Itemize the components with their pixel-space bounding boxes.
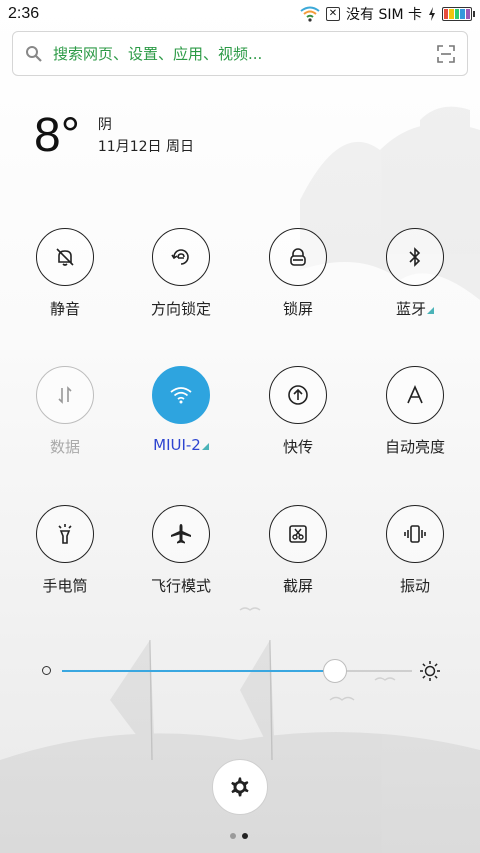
wifi-icon (170, 387, 192, 404)
toggle-fast-transfer[interactable]: 快传 (248, 366, 348, 457)
toggle-screenshot-label: 截屏 (282, 577, 313, 595)
search-input[interactable]: 搜索网页、设置、应用、视频... (53, 43, 262, 64)
settings-button[interactable] (212, 759, 268, 815)
toggle-wifi-button[interactable] (152, 366, 210, 424)
toggle-mobile-data-button[interactable] (36, 366, 94, 424)
toggle-wifi-label: MIUI-2 (131, 436, 231, 454)
mobile-data-icon (58, 386, 72, 404)
toggle-bluetooth-button[interactable] (386, 228, 444, 286)
weather-condition: 阴 (97, 117, 112, 133)
mute-bell-icon (56, 248, 74, 266)
vibrate-icon (404, 525, 426, 543)
auto-brightness-icon (407, 385, 423, 404)
temperature: 8° (34, 109, 80, 162)
screenshot-icon (289, 525, 307, 543)
toggle-mute-label: 静音 (49, 300, 80, 318)
scan-icon[interactable] (437, 44, 455, 63)
toggle-flashlight-button[interactable] (36, 505, 94, 563)
wifi-icon (300, 6, 320, 22)
status-bar: 2:36 ✕ 没有 SIM 卡 (0, 0, 480, 28)
toggle-airplane-mode[interactable]: 飞行模式 (131, 505, 231, 596)
toggle-rotation-lock-label: 方向锁定 (150, 300, 211, 318)
search-icon (26, 45, 42, 62)
toggle-screenshot[interactable]: 截屏 (248, 505, 348, 596)
toggle-lock-screen[interactable]: 锁屏 (248, 228, 348, 319)
toggle-fast-transfer-button[interactable] (269, 366, 327, 424)
toggle-mute-button[interactable] (36, 228, 94, 286)
page-dot (230, 833, 236, 839)
toggle-flashlight[interactable]: 手电筒 (15, 505, 115, 596)
weather-info: 阴 11月12日 周日 (98, 114, 194, 158)
more-options-indicator (201, 443, 209, 450)
toggle-mobile-data-label: 数据 (49, 438, 80, 456)
airplane-icon (171, 524, 191, 544)
toggle-vibrate-label: 振动 (399, 577, 430, 595)
brightness-thumb[interactable] (323, 659, 347, 683)
battery-icon (442, 7, 475, 21)
page-indicator (230, 833, 248, 839)
search-bar[interactable]: 搜索网页、设置、应用、视频... (12, 31, 468, 76)
page-dot-current (242, 833, 248, 839)
more-options-indicator (427, 307, 434, 314)
bluetooth-label-text: 蓝牙 (395, 300, 426, 318)
toggle-lock-screen-label: 锁屏 (282, 300, 313, 318)
fast-transfer-icon (288, 385, 308, 405)
toggle-rotation-lock-button[interactable] (152, 228, 210, 286)
toggle-wifi[interactable]: MIUI-2 (131, 366, 231, 454)
rotation-lock-icon (171, 249, 189, 265)
brightness-slider[interactable] (40, 654, 444, 688)
toggle-auto-brightness-label: 自动亮度 (384, 438, 445, 456)
toggle-bluetooth[interactable]: 蓝牙 (365, 228, 465, 319)
charging-icon (429, 7, 435, 21)
toggle-flashlight-label: 手电筒 (42, 577, 88, 595)
status-icons: ✕ 没有 SIM 卡 (300, 4, 475, 24)
brightness-high-icon (420, 661, 440, 681)
toggle-mute[interactable]: 静音 (15, 228, 115, 319)
brightness-fill (62, 670, 335, 672)
toggle-vibrate[interactable]: 振动 (365, 505, 465, 596)
flashlight-icon (58, 524, 72, 544)
gear-icon (231, 777, 249, 797)
weather-date: 11月12日 周日 (97, 139, 194, 155)
toggle-airplane-mode-button[interactable] (152, 505, 210, 563)
toggle-airplane-mode-label: 飞行模式 (150, 577, 211, 595)
sim-none-icon: ✕ (326, 7, 340, 21)
toggle-mobile-data[interactable]: 数据 (15, 366, 115, 457)
toggle-screenshot-button[interactable] (269, 505, 327, 563)
toggle-vibrate-button[interactable] (386, 505, 444, 563)
toggle-auto-brightness-button[interactable] (386, 366, 444, 424)
toggle-fast-transfer-label: 快传 (282, 438, 313, 456)
bluetooth-icon (409, 247, 421, 267)
status-time: 2:36 (8, 5, 40, 22)
toggle-bluetooth-label: 蓝牙 (365, 298, 465, 319)
toggle-lock-screen-button[interactable] (269, 228, 327, 286)
weather-widget[interactable]: 8° 阴 11月12日 周日 (34, 108, 194, 164)
brightness-track[interactable] (62, 659, 412, 683)
brightness-low-icon (42, 666, 51, 675)
toggle-auto-brightness[interactable]: 自动亮度 (365, 366, 465, 457)
toggle-rotation-lock[interactable]: 方向锁定 (131, 228, 231, 319)
wifi-network-name: MIUI-2 (153, 436, 201, 454)
lock-screen-icon (290, 248, 306, 266)
carrier-text: 没有 SIM 卡 (346, 7, 422, 23)
